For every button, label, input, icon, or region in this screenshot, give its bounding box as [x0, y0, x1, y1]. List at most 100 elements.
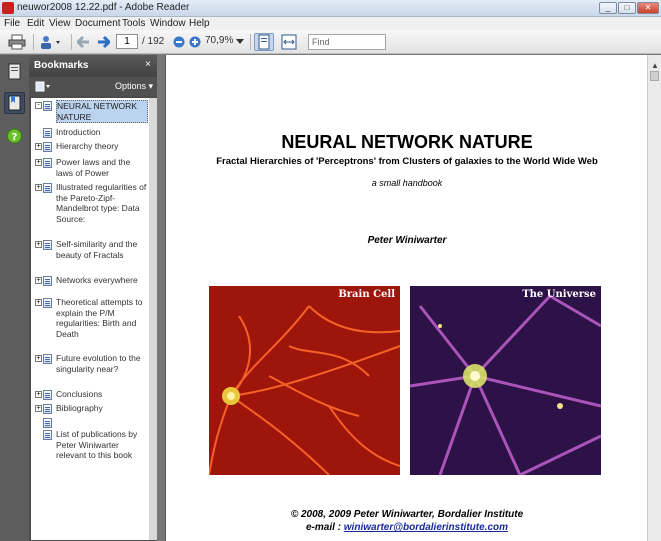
bookmark-icon: [8, 95, 21, 111]
menu-window[interactable]: Window: [150, 17, 186, 30]
pages-icon: [8, 63, 21, 80]
help-icon: ?: [7, 128, 22, 144]
scroll-thumb[interactable]: [650, 71, 659, 81]
bookmarks-scrollbar[interactable]: [149, 98, 157, 540]
bookmark-page-icon: [43, 390, 52, 400]
collapse-icon[interactable]: -: [35, 102, 42, 109]
bookmark-label: List of publications by Peter Winiwarter…: [56, 429, 138, 460]
email-prefix: e-mail :: [305, 522, 344, 533]
title-bar: neuwor2008 12.22.pdf - Adobe Reader _ □ …: [0, 0, 661, 17]
print-button[interactable]: [6, 33, 28, 51]
arrow-left-icon: [77, 35, 89, 49]
zoom-level[interactable]: 70,9%: [205, 34, 238, 49]
expand-icon[interactable]: +: [35, 241, 42, 248]
expand-icon[interactable]: +: [35, 277, 42, 284]
bookmark-label: Introduction: [56, 127, 101, 137]
expand-icon[interactable]: +: [35, 299, 42, 306]
navigation-rail: ?: [0, 55, 29, 541]
help-button[interactable]: ?: [4, 125, 25, 147]
expand-icon[interactable]: +: [35, 355, 42, 362]
menu-help[interactable]: Help: [189, 17, 210, 30]
page-number-input[interactable]: 1: [116, 34, 138, 49]
bookmark-label: Hierarchy theory: [56, 141, 119, 151]
close-button[interactable]: ✕: [637, 2, 659, 14]
next-page-button[interactable]: [95, 33, 111, 51]
bookmark-label: Networks everywhere: [56, 275, 138, 285]
page-total: / 192: [142, 36, 165, 47]
bookmark-page-icon: [43, 418, 52, 428]
bookmark-page-icon: [43, 101, 52, 111]
brain-cell-image: Brain Cell: [209, 286, 400, 475]
bookmark-label: Bibliography: [56, 403, 103, 413]
fit-page-button[interactable]: [254, 33, 274, 51]
menu-edit[interactable]: Edit: [27, 17, 44, 30]
bookmark-page-icon: [43, 354, 52, 364]
bookmark-page-icon: [43, 128, 52, 138]
bookmarks-options-menu[interactable]: Options ▾: [115, 81, 153, 92]
expand-icon[interactable]: +: [35, 391, 42, 398]
document-scrollbar[interactable]: ▲: [647, 55, 661, 541]
bookmark-label: NEURAL NETWORK NATURE: [56, 100, 148, 123]
menu-tools[interactable]: Tools: [122, 17, 145, 30]
panel-splitter[interactable]: [157, 55, 165, 541]
collaborate-button[interactable]: [38, 33, 64, 51]
bookmarks-panel-button[interactable]: [4, 92, 25, 114]
zoom-out-icon: [173, 36, 185, 48]
maximize-button[interactable]: □: [618, 2, 636, 14]
brain-cell-caption: Brain Cell: [338, 289, 395, 300]
document-title: NEURAL NETWORK NATURE: [281, 132, 533, 152]
fit-width-icon: [281, 34, 297, 50]
expand-icon[interactable]: +: [35, 159, 42, 166]
menu-file[interactable]: File: [4, 17, 20, 30]
toolbar: 1 / 192 70,9% Find: [0, 30, 661, 54]
bookmark-page-icon: [43, 158, 52, 168]
fit-width-button[interactable]: [279, 33, 299, 51]
bookmark-action-icon[interactable]: [35, 81, 51, 92]
bookmark-label: Illustrated regularities of the Pareto-Z…: [56, 182, 147, 224]
document-email-line: e-mail : winiwarter@bordalierinstitute.c…: [166, 522, 648, 533]
document-subtitle: Fractal Hierarchies of 'Perceptrons' fro…: [216, 156, 598, 167]
arrow-right-icon: [98, 35, 110, 49]
zoom-dropdown-button[interactable]: [235, 33, 245, 51]
bookmark-page-icon: [43, 240, 52, 250]
svg-text:?: ?: [12, 132, 18, 143]
menu-view[interactable]: View: [49, 17, 71, 30]
bookmark-page-icon: [43, 276, 52, 286]
zoom-in-button[interactable]: [188, 33, 202, 51]
bookmarks-tree: - NEURAL NETWORK NATURE Introduction + Hiera…: [31, 98, 155, 540]
minimize-button[interactable]: _: [599, 2, 617, 14]
universe-drawing: [410, 286, 601, 475]
document-handbook-line: a small handbook: [371, 178, 443, 188]
document-page: NEURAL NETWORK NATURE Fractal Hierarchie…: [165, 55, 647, 541]
window-title: neuwor2008 12.22.pdf - Adobe Reader: [17, 2, 190, 13]
bookmark-page-icon: [43, 142, 52, 152]
chevron-down-icon: [236, 39, 244, 44]
bookmark-label: Conclusions: [56, 389, 103, 399]
bookmark-label: Self-similarity and the beauty of Fracta…: [56, 239, 138, 260]
document-copyright: © 2008, 2009 Peter Winiwarter, Bordalier…: [290, 509, 524, 520]
find-input[interactable]: Find: [308, 34, 386, 50]
expand-icon[interactable]: +: [35, 184, 42, 191]
bookmark-label: Power laws and the laws of Power: [56, 157, 131, 178]
expand-icon[interactable]: +: [35, 405, 42, 412]
bookmarks-panel: Bookmarks × Options ▾ - NEURAL NETWORK NA…: [29, 55, 157, 541]
previous-page-button[interactable]: [76, 33, 92, 51]
bookmark-label: Theoretical attempts to explain the P/M …: [56, 297, 143, 339]
email-link[interactable]: winiwarter@bordalierinstitute.com: [344, 522, 508, 533]
universe-image: The Universe: [410, 286, 601, 475]
bookmark-page-icon: [43, 298, 52, 308]
brain-cell-drawing: [209, 286, 400, 475]
pages-panel-button[interactable]: [4, 61, 25, 83]
bookmarks-subbar: Options ▾: [29, 77, 157, 96]
menu-document[interactable]: Document: [75, 17, 121, 30]
people-icon: [41, 36, 60, 49]
bookmark-page-icon: [43, 183, 52, 193]
zoom-in-icon: [189, 36, 201, 48]
printer-icon: [8, 34, 26, 50]
zoom-out-button[interactable]: [172, 33, 186, 51]
expand-icon[interactable]: +: [35, 143, 42, 150]
bookmarks-close-button[interactable]: ×: [145, 59, 151, 70]
bookmark-page-icon: [43, 404, 52, 414]
scroll-up-icon[interactable]: ▲: [651, 61, 659, 70]
adobe-reader-icon: [2, 2, 14, 14]
